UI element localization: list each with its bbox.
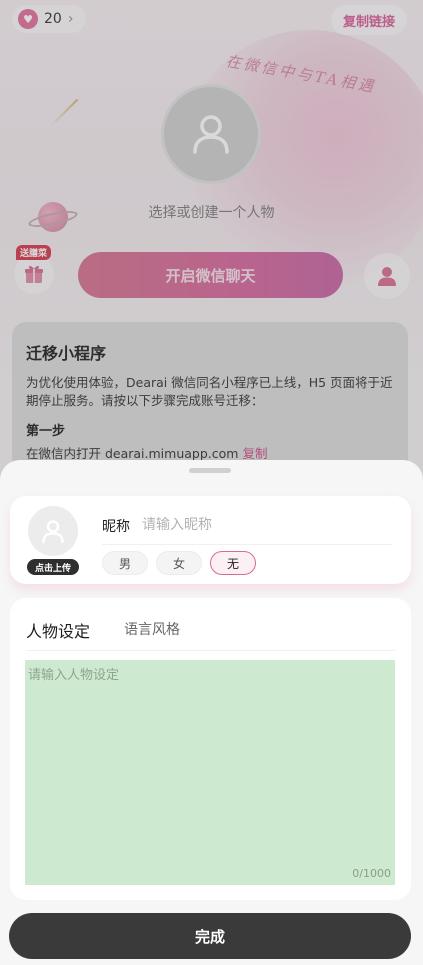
divider bbox=[26, 650, 395, 651]
nickname-label: 昵称 bbox=[102, 519, 130, 535]
done-button[interactable]: 完成 bbox=[9, 913, 411, 959]
upload-avatar-label[interactable]: 点击上传 bbox=[27, 559, 79, 575]
character-setting-card: 人物设定 语言风格 0/1000 bbox=[10, 598, 411, 900]
gender-option-female[interactable]: 女 bbox=[156, 551, 202, 575]
avatar-upload[interactable] bbox=[28, 506, 78, 556]
char-counter: 0/1000 bbox=[352, 867, 391, 880]
nickname-input[interactable] bbox=[142, 510, 397, 540]
tab-language-style[interactable]: 语言风格 bbox=[124, 619, 180, 639]
gender-option-none[interactable]: 无 bbox=[210, 551, 256, 575]
create-character-sheet: 点击上传 昵称 男 女 无 人物设定 语言风格 0/1000 完成 bbox=[0, 460, 423, 965]
character-setting-input[interactable] bbox=[25, 660, 395, 885]
tab-character-setting[interactable]: 人物设定 bbox=[26, 618, 90, 642]
sheet-grabber[interactable] bbox=[189, 468, 231, 473]
profile-card: 点击上传 昵称 男 女 无 bbox=[10, 496, 411, 584]
person-icon bbox=[42, 520, 64, 544]
divider bbox=[102, 544, 392, 545]
gender-option-male[interactable]: 男 bbox=[102, 551, 148, 575]
